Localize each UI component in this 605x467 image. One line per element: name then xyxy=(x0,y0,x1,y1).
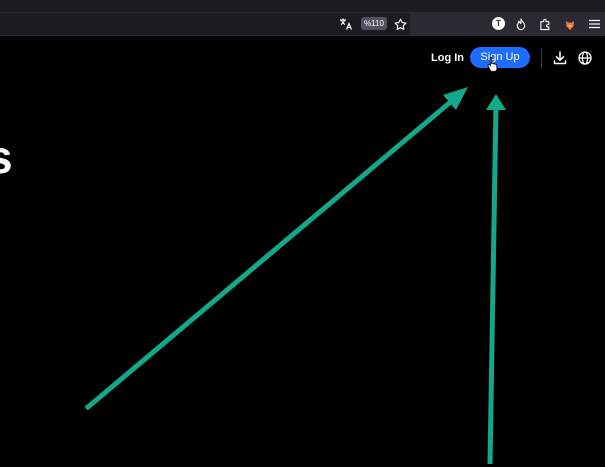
download-icon[interactable] xyxy=(552,50,568,66)
hand-cursor-icon xyxy=(487,56,498,72)
browser-tab-strip xyxy=(0,0,605,12)
login-link[interactable]: Log In xyxy=(431,50,464,66)
fire-icon[interactable] xyxy=(512,15,530,33)
extension-t-icon[interactable]: T xyxy=(492,17,505,30)
annotation-arrows xyxy=(84,87,506,465)
browser-toolbar: %110 xyxy=(0,12,605,36)
hero-heading-fragment: s xyxy=(0,132,13,182)
screenshot: %110 T Log In Sign Up xyxy=(0,0,605,467)
annotation-arrow-vertical xyxy=(486,94,506,465)
zoom-level-badge[interactable]: %110 xyxy=(361,17,387,30)
globe-icon[interactable] xyxy=(577,50,593,66)
star-icon[interactable] xyxy=(391,15,409,33)
header-divider xyxy=(541,48,542,68)
annotation-arrow-diagonal xyxy=(84,87,468,411)
translate-icon[interactable] xyxy=(337,15,355,33)
signup-button[interactable]: Sign Up xyxy=(470,47,530,68)
menu-icon[interactable] xyxy=(585,15,603,33)
fox-icon[interactable] xyxy=(561,15,579,33)
extensions-puzzle-icon[interactable] xyxy=(536,15,554,33)
